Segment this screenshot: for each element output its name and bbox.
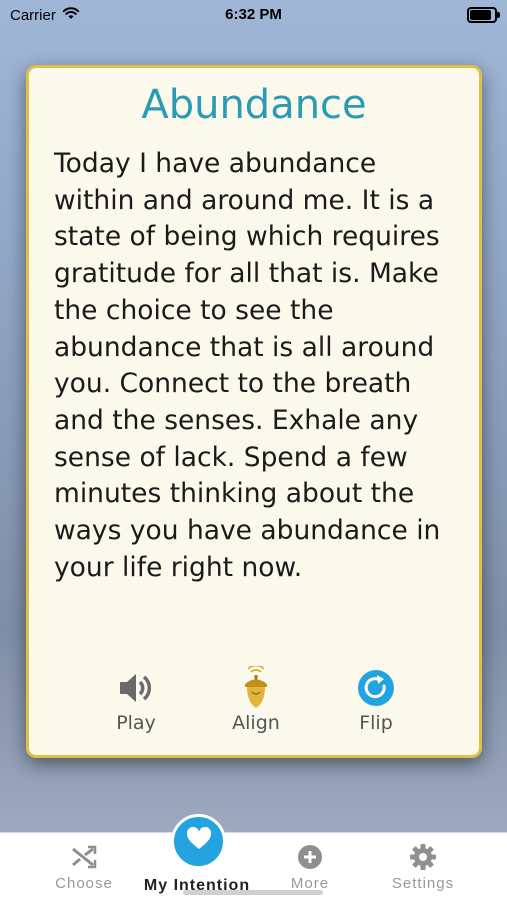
tab-more[interactable]: More (255, 833, 365, 892)
gear-icon (368, 839, 478, 875)
align-button[interactable]: Align (211, 666, 301, 734)
my-intention-heart-button[interactable] (171, 814, 226, 869)
speaker-icon (91, 668, 181, 708)
play-label: Play (116, 712, 156, 734)
play-button[interactable]: Play (91, 668, 181, 734)
align-label: Align (232, 712, 280, 734)
status-time: 6:32 PM (225, 6, 282, 23)
acorn-icon (211, 666, 301, 708)
shuffle-icon (29, 839, 139, 875)
battery-icon (467, 7, 500, 23)
flip-arrow-icon (331, 668, 421, 708)
flip-button[interactable]: Flip (331, 668, 421, 734)
heart-icon (186, 826, 212, 856)
status-bar: Carrier 6:32 PM (0, 0, 507, 30)
tab-choose-label: Choose (55, 875, 113, 892)
card-body: Today I have abundance within and around… (54, 148, 441, 583)
card-actions: Play Align Flip (29, 666, 479, 738)
card-title: Abundance (141, 82, 367, 128)
tab-settings-label: Settings (391, 875, 455, 892)
battery-fill (470, 10, 491, 20)
tab-settings[interactable]: Settings (368, 833, 478, 892)
tab-choose[interactable]: Choose (29, 833, 139, 892)
flip-label: Flip (359, 712, 393, 734)
home-indicator (183, 890, 323, 895)
intention-card[interactable]: Abundance Today I have abundance within … (26, 65, 482, 758)
plus-circle-icon (255, 839, 365, 875)
